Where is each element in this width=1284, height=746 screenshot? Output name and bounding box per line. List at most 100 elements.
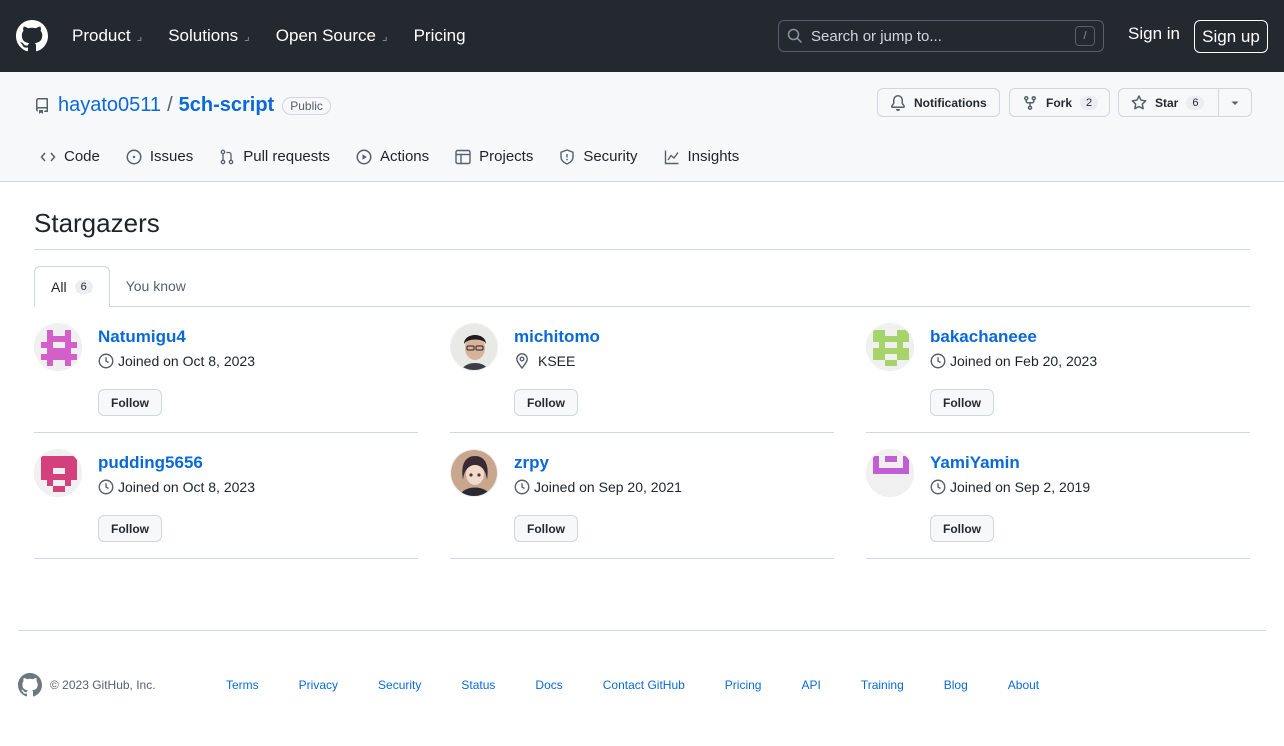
avatar[interactable] [34,323,82,371]
clock-icon [98,353,114,369]
footer-link-terms[interactable]: Terms [226,678,259,692]
footer-link-about[interactable]: About [1008,678,1039,692]
username-link[interactable]: YamiYamin [930,453,1020,473]
github-logo-icon[interactable] [16,20,48,52]
main-content: Stargazers All 6 You know Natumigu4 Join… [0,208,1284,559]
footer-link-security[interactable]: Security [378,678,421,692]
username-link[interactable]: pudding5656 [98,453,203,473]
nav-open-source[interactable]: Open Source ⌟ [276,26,388,46]
tab-all-label: All [51,278,67,295]
nav-solutions[interactable]: Solutions ⌟ [168,26,250,46]
footer-link-training[interactable]: Training [861,678,904,692]
nav-label: Pricing [413,26,466,45]
repo-name-link[interactable]: 5ch-script [179,94,275,117]
tab-all[interactable]: All 6 [34,266,110,307]
nav-product[interactable]: Product ⌟ [72,26,142,46]
clock-icon [930,353,946,369]
username-link[interactable]: zrpy [514,453,549,473]
avatar[interactable] [34,449,82,497]
footer-link-api[interactable]: API [801,678,820,692]
tab-label: Projects [479,148,534,165]
fork-count: 2 [1080,95,1099,110]
star-button[interactable]: Star 6 [1118,88,1219,117]
avatar[interactable] [450,449,498,497]
search-box[interactable]: / [778,20,1104,52]
tab-insights[interactable]: Insights [664,148,739,165]
tab-security[interactable]: Security [559,148,638,165]
clock-icon [98,479,114,495]
fork-button[interactable]: Fork 2 [1009,88,1110,117]
issue-opened-icon [126,149,142,165]
table-icon [455,149,471,165]
stargazer-card: michitomo KSEE Follow [450,307,834,433]
star-label: Star [1155,95,1179,110]
tab-label: Issues [149,148,194,165]
tab-actions[interactable]: Actions [356,148,429,165]
tab-projects[interactable]: Projects [455,148,533,165]
repo-header: hayato0511 / 5ch-script Public Notificat… [0,72,1284,182]
site-footer: © 2023 GitHub, Inc. Terms Privacy Securi… [18,630,1266,710]
triangle-down-icon [1230,98,1240,108]
join-date: Joined on Oct 8, 2023 [118,479,255,495]
avatar[interactable] [866,449,914,497]
path-separator: / [167,94,173,116]
follow-button[interactable]: Follow [514,389,578,416]
username-link[interactable]: Natumigu4 [98,327,186,347]
tab-label: Actions [379,148,430,165]
repo-owner-link[interactable]: hayato0511 [58,94,161,117]
footer-link-pricing[interactable]: Pricing [725,678,762,692]
stargazer-card: bakachaneee Joined on Feb 20, 2023 Follo… [866,307,1250,433]
username-link[interactable]: bakachaneee [930,327,1037,347]
site-header: Product ⌟ Solutions ⌟ Open Source ⌟ Pricing… [0,0,1284,72]
sign-up-button[interactable]: Sign up [1194,20,1268,53]
join-date: Joined on Oct 8, 2023 [118,353,255,369]
tab-code[interactable]: Code [40,148,100,165]
nav-pricing[interactable]: Pricing [414,26,466,46]
user-location: KSEE [538,353,576,369]
stargazer-filter-tabs: All 6 You know [34,266,1250,307]
github-logo-icon[interactable] [18,673,42,697]
tab-you-know[interactable]: You know [110,266,202,306]
code-icon [40,149,56,165]
notifications-label: Notifications [914,95,987,110]
git-pull-request-icon [219,149,235,165]
visibility-badge: Public [282,96,331,115]
username-link[interactable]: michitomo [514,327,600,347]
chevron-down-icon: ⌟ [136,29,143,43]
user-meta: Joined on Oct 8, 2023 [98,353,255,369]
avatar[interactable] [450,323,498,371]
sign-in-link[interactable]: Sign in [1128,24,1180,44]
stargazer-list: Natumigu4 Joined on Oct 8, 2023 Follow m… [34,307,1250,559]
follow-button[interactable]: Follow [930,515,994,542]
repo-title: hayato0511 / 5ch-script Public [34,94,331,117]
star-count: 6 [1186,95,1205,110]
clock-icon [514,479,530,495]
stargazer-card: YamiYamin Joined on Sep 2, 2019 Follow [866,433,1250,559]
footer-link-blog[interactable]: Blog [944,678,968,692]
shield-icon [559,148,575,165]
follow-button[interactable]: Follow [98,515,162,542]
follow-button[interactable]: Follow [930,389,994,416]
fork-icon [1022,95,1038,111]
user-meta: Joined on Oct 8, 2023 [98,479,255,495]
repo-tabs: Code Issues Pull requests Actions Projec… [40,148,765,165]
fork-label: Fork [1046,95,1073,110]
play-icon [356,149,372,165]
tab-issues[interactable]: Issues [126,148,193,165]
footer-link-privacy[interactable]: Privacy [299,678,338,692]
search-input[interactable] [811,27,1075,45]
footer-link-docs[interactable]: Docs [535,678,562,692]
tab-label: Pull requests [243,148,330,165]
user-meta: KSEE [514,353,575,369]
star-list-dropdown[interactable] [1218,88,1252,117]
follow-button[interactable]: Follow [514,515,578,542]
avatar[interactable] [866,323,914,371]
user-meta: Joined on Sep 2, 2019 [930,479,1090,495]
star-icon [1131,94,1147,111]
nav-label: Solutions [168,26,239,45]
footer-link-status[interactable]: Status [461,678,495,692]
footer-link-contact[interactable]: Contact GitHub [603,678,685,692]
notifications-button[interactable]: Notifications [877,88,1000,117]
tab-pull-requests[interactable]: Pull requests [219,148,330,165]
follow-button[interactable]: Follow [98,389,162,416]
